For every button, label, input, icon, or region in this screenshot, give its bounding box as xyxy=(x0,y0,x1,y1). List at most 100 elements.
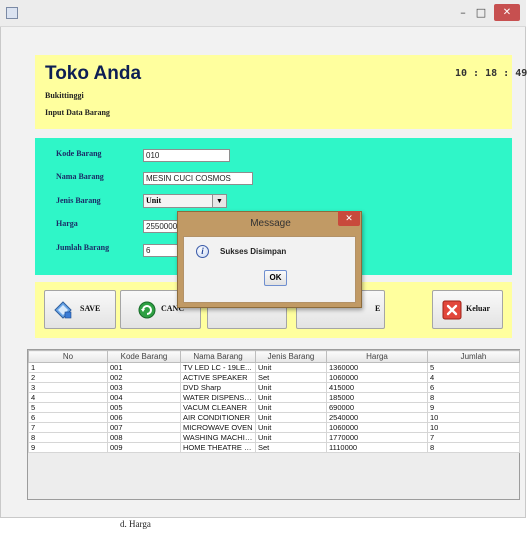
cell-harga[interactable]: 185000 xyxy=(326,392,428,403)
table-row[interactable]: 6 006 AIR CONDITIONER Unit 2540000 10 xyxy=(28,412,520,423)
store-name: Toko Anda xyxy=(45,63,142,84)
cell-jumlah[interactable]: 5 xyxy=(427,362,520,373)
column-header-kode[interactable]: Kode Barang xyxy=(107,350,181,363)
cell-no[interactable]: 8 xyxy=(28,432,108,443)
column-header-jenis[interactable]: Jenis Barang xyxy=(255,350,327,363)
cell-jenis[interactable]: Unit xyxy=(255,382,327,393)
table-row[interactable]: 5 005 VACUM CLEANER Unit 690000 9 xyxy=(28,402,520,413)
table-row[interactable]: 9 009 HOME THEATRE S... Set 1110000 8 xyxy=(28,442,520,453)
table-row[interactable]: 4 004 WATER DISPENSE... Unit 185000 8 xyxy=(28,392,520,403)
column-header-jumlah[interactable]: Jumlah xyxy=(427,350,520,363)
cell-harga[interactable]: 2540000 xyxy=(326,412,428,423)
cell-kode[interactable]: 001 xyxy=(107,362,181,373)
ok-button[interactable]: OK xyxy=(264,270,287,286)
cell-jumlah[interactable]: 8 xyxy=(427,442,520,453)
column-header-nama[interactable]: Nama Barang xyxy=(180,350,256,363)
cell-nama[interactable]: ACTIVE SPEAKER xyxy=(180,372,256,383)
cell-jenis[interactable]: Unit xyxy=(255,432,327,443)
close-window-button[interactable]: ✕ xyxy=(494,4,520,21)
cell-no[interactable]: 9 xyxy=(28,442,108,453)
table-row[interactable]: 2 002 ACTIVE SPEAKER Set 1060000 4 xyxy=(28,372,520,383)
cell-kode[interactable]: 007 xyxy=(107,422,181,433)
cell-jumlah[interactable]: 9 xyxy=(427,402,520,413)
cell-kode[interactable]: 002 xyxy=(107,372,181,383)
cell-no[interactable]: 6 xyxy=(28,412,108,423)
cell-no[interactable]: 1 xyxy=(28,362,108,373)
save-button[interactable]: SAVE xyxy=(44,290,116,329)
app-window-icon xyxy=(6,7,18,19)
maximize-button[interactable]: □ xyxy=(472,4,490,21)
table-row[interactable]: 8 008 WASHING MACHINE Unit 1770000 7 xyxy=(28,432,520,443)
cell-no[interactable]: 3 xyxy=(28,382,108,393)
delete-button-label: E xyxy=(375,304,381,313)
keluar-button-label: Keluar xyxy=(466,304,490,313)
cell-harga[interactable]: 690000 xyxy=(326,402,428,413)
cell-kode[interactable]: 008 xyxy=(107,432,181,443)
cell-kode[interactable]: 005 xyxy=(107,402,181,413)
cell-no[interactable]: 2 xyxy=(28,372,108,383)
cell-kode[interactable]: 003 xyxy=(107,382,181,393)
cell-nama[interactable]: HOME THEATRE S... xyxy=(180,442,256,453)
cell-kode[interactable]: 006 xyxy=(107,412,181,423)
cell-no[interactable]: 4 xyxy=(28,392,108,403)
column-header-harga[interactable]: Harga xyxy=(326,350,428,363)
table-row[interactable]: 1 001 TV LED LC - 19LE... Unit 1360000 5 xyxy=(28,362,520,373)
cell-nama[interactable]: WASHING MACHINE xyxy=(180,432,256,443)
cell-jenis[interactable]: Set xyxy=(255,372,327,383)
cell-nama[interactable]: AIR CONDITIONER xyxy=(180,412,256,423)
cell-jenis[interactable]: Unit xyxy=(255,362,327,373)
title-bar[interactable]: – □ ✕ xyxy=(0,0,526,27)
nama-barang-input[interactable]: MESIN CUCI COSMOS xyxy=(143,172,253,185)
cell-harga[interactable]: 1360000 xyxy=(326,362,428,373)
cell-jumlah[interactable]: 6 xyxy=(427,382,520,393)
cell-jumlah[interactable]: 10 xyxy=(427,422,520,433)
table-row[interactable]: 7 007 MICROWAVE OVEN Unit 1060000 10 xyxy=(28,422,520,433)
cell-jumlah[interactable]: 8 xyxy=(427,392,520,403)
dialog-close-button[interactable]: ✕ xyxy=(338,211,360,226)
barang-table: No Kode Barang Nama Barang Jenis Barang … xyxy=(28,350,520,453)
clock: 10 : 18 : 49 xyxy=(455,68,528,79)
cell-kode[interactable]: 004 xyxy=(107,392,181,403)
cell-jenis[interactable]: Unit xyxy=(255,392,327,403)
jenis-barang-select[interactable]: Unit ▼ xyxy=(143,194,227,208)
keluar-button[interactable]: Keluar xyxy=(432,290,503,329)
dialog-message: Sukses Disimpan xyxy=(220,247,287,256)
diamond-disk-icon xyxy=(54,301,72,319)
cell-harga[interactable]: 1770000 xyxy=(326,432,428,443)
cell-harga[interactable]: 1060000 xyxy=(326,422,428,433)
cell-nama[interactable]: DVD Sharp xyxy=(180,382,256,393)
dialog-body: i Sukses Disimpan OK xyxy=(183,236,356,303)
cell-nama[interactable]: WATER DISPENSE... xyxy=(180,392,256,403)
chevron-down-icon[interactable]: ▼ xyxy=(212,195,226,207)
kode-barang-label: Kode Barang xyxy=(56,149,102,158)
cell-jenis[interactable]: Set xyxy=(255,442,327,453)
dialog-title: Message xyxy=(250,218,291,229)
cell-kode[interactable]: 009 xyxy=(107,442,181,453)
kode-barang-input[interactable]: 010 xyxy=(143,149,230,162)
minimize-button[interactable]: – xyxy=(454,4,472,21)
cell-jenis[interactable]: Unit xyxy=(255,422,327,433)
jumlah-barang-label: Jumlah Barang xyxy=(56,243,110,252)
cell-jumlah[interactable]: 7 xyxy=(427,432,520,443)
cell-nama[interactable]: VACUM CLEANER xyxy=(180,402,256,413)
cell-no[interactable]: 7 xyxy=(28,422,108,433)
cell-nama[interactable]: TV LED LC - 19LE... xyxy=(180,362,256,373)
cell-jenis[interactable]: Unit xyxy=(255,412,327,423)
cell-harga[interactable]: 1060000 xyxy=(326,372,428,383)
cell-harga[interactable]: 1110000 xyxy=(326,442,428,453)
cell-jumlah[interactable]: 4 xyxy=(427,372,520,383)
red-x-icon xyxy=(442,300,462,320)
document-caption: d. Harga xyxy=(120,519,151,529)
column-header-no[interactable]: No xyxy=(28,350,108,363)
store-city: Bukittinggi xyxy=(45,91,84,100)
message-dialog: Message ✕ i Sukses Disimpan OK xyxy=(177,211,362,308)
jenis-barang-label: Jenis Barang xyxy=(56,196,101,205)
cell-jumlah[interactable]: 10 xyxy=(427,412,520,423)
save-button-label: SAVE xyxy=(80,304,101,313)
cell-harga[interactable]: 415000 xyxy=(326,382,428,393)
table-row[interactable]: 3 003 DVD Sharp Unit 415000 6 xyxy=(28,382,520,393)
cell-jenis[interactable]: Unit xyxy=(255,402,327,413)
table-header-row: No Kode Barang Nama Barang Jenis Barang … xyxy=(28,350,520,363)
cell-no[interactable]: 5 xyxy=(28,402,108,413)
cell-nama[interactable]: MICROWAVE OVEN xyxy=(180,422,256,433)
